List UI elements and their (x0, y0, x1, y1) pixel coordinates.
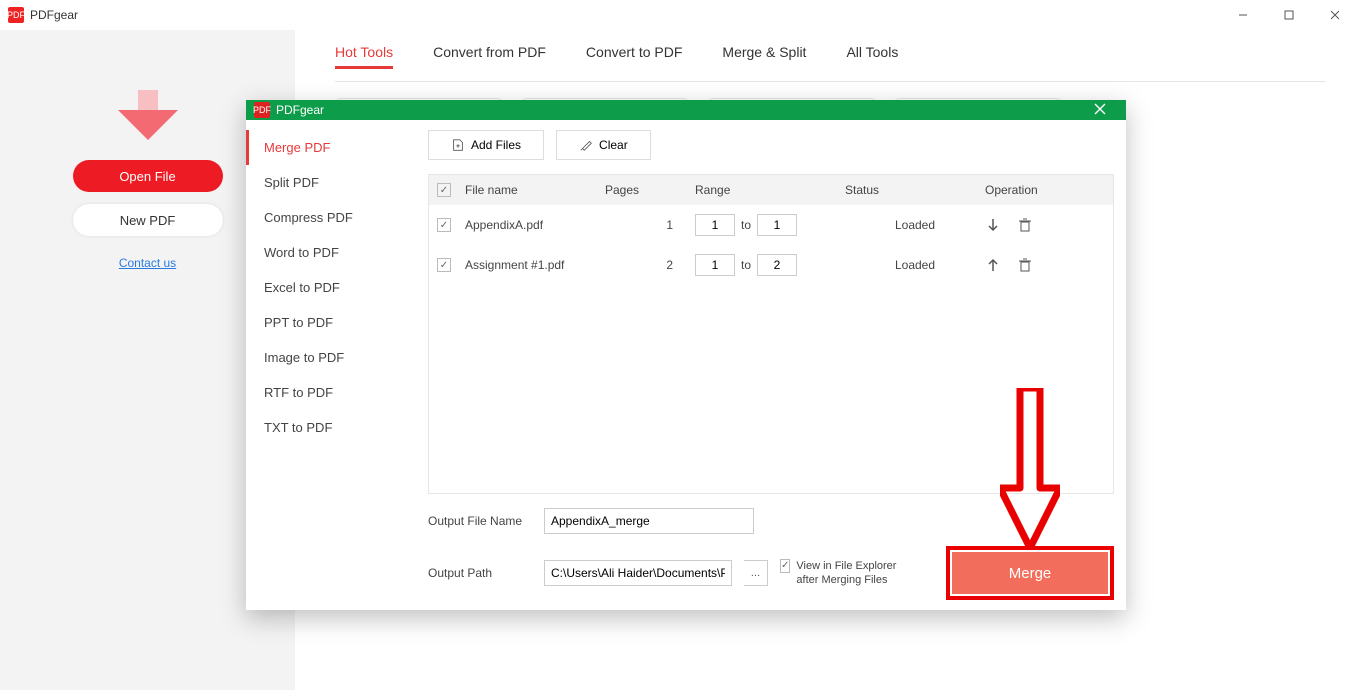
merge-button[interactable]: Merge (952, 552, 1108, 594)
close-button[interactable] (1312, 0, 1358, 30)
output-name-label: Output File Name (428, 514, 532, 528)
range-to-input[interactable] (757, 254, 797, 276)
browse-path-button[interactable]: … (744, 560, 768, 586)
tab-hot-tools[interactable]: Hot Tools (335, 44, 393, 69)
maximize-icon (1284, 10, 1294, 20)
clear-icon (579, 138, 593, 152)
dialog-logo-icon: PDF (254, 102, 270, 118)
main-titlebar: PDF PDFgear (0, 0, 1366, 30)
output-path-input[interactable] (544, 560, 732, 586)
range-from-input[interactable] (695, 214, 735, 236)
dialog-titlebar: PDF PDFgear (246, 100, 1126, 120)
sidebar-item-image[interactable]: Image to PDF (246, 340, 416, 375)
table-row[interactable]: ✓ AppendixA.pdf 1 to Loaded (429, 205, 1113, 245)
sidebar-item-excel[interactable]: Excel to PDF (246, 270, 416, 305)
close-icon (1094, 103, 1106, 115)
app-title: PDFgear (30, 8, 78, 22)
output-name-input[interactable] (544, 508, 754, 534)
delete-icon[interactable] (1017, 257, 1033, 273)
range-from-input[interactable] (695, 254, 735, 276)
row-checkbox[interactable]: ✓ (437, 218, 451, 232)
view-after-merge-option[interactable]: ✓ View in File Explorer after Merging Fi… (780, 559, 920, 587)
move-up-icon[interactable] (985, 257, 1001, 273)
minimize-icon (1238, 10, 1248, 20)
select-all-checkbox[interactable]: ✓ (437, 183, 451, 197)
dialog-sidebar: Merge PDF Split PDF Compress PDF Word to… (246, 120, 416, 610)
sidebar-item-split[interactable]: Split PDF (246, 165, 416, 200)
move-down-icon[interactable] (985, 217, 1001, 233)
add-files-button[interactable]: Add Files (428, 130, 544, 160)
clear-label: Clear (599, 138, 628, 152)
range-to-label: to (741, 258, 751, 272)
table-header: ✓ File name Pages Range Status Operation (429, 175, 1113, 205)
sidebar-item-txt[interactable]: TXT to PDF (246, 410, 416, 445)
tabs: Hot Tools Convert from PDF Convert to PD… (335, 44, 1326, 82)
tab-merge-split[interactable]: Merge & Split (722, 44, 806, 69)
maximize-button[interactable] (1266, 0, 1312, 30)
col-filename: File name (465, 183, 605, 197)
open-file-button[interactable]: Open File (73, 160, 223, 192)
output-path-label: Output Path (428, 566, 532, 580)
delete-icon[interactable] (1017, 217, 1033, 233)
sidebar-item-ppt[interactable]: PPT to PDF (246, 305, 416, 340)
tab-convert-from[interactable]: Convert from PDF (433, 44, 546, 69)
sidebar-item-compress[interactable]: Compress PDF (246, 200, 416, 235)
tab-convert-to[interactable]: Convert to PDF (586, 44, 682, 69)
merge-highlight: Merge (946, 546, 1114, 600)
sidebar-item-rtf[interactable]: RTF to PDF (246, 375, 416, 410)
dialog-main: Add Files Clear ✓ File name Pages Range … (416, 120, 1126, 610)
operation-cell (985, 217, 1105, 233)
table-row[interactable]: ✓ Assignment #1.pdf 2 to Loaded (429, 245, 1113, 285)
dialog-footer: Output File Name Output Path … ✓ View in… (428, 508, 1114, 600)
dropzone-icon (118, 90, 178, 150)
merge-dialog: PDF PDFgear Merge PDF Split PDF Compress… (246, 100, 1126, 610)
file-name-cell: AppendixA.pdf (465, 218, 605, 232)
app-logo-icon: PDF (8, 7, 24, 23)
pages-cell: 1 (605, 218, 695, 232)
clear-button[interactable]: Clear (556, 130, 651, 160)
dialog-title: PDFgear (276, 103, 324, 117)
row-checkbox[interactable]: ✓ (437, 258, 451, 272)
close-icon (1330, 10, 1340, 20)
add-files-label: Add Files (471, 138, 521, 152)
range-cell: to (695, 254, 845, 276)
sidebar-item-merge[interactable]: Merge PDF (246, 130, 416, 165)
tab-all-tools[interactable]: All Tools (846, 44, 898, 69)
view-label: View in File Explorer after Merging File… (796, 559, 920, 587)
status-cell: Loaded (845, 218, 985, 232)
range-to-label: to (741, 218, 751, 232)
pages-cell: 2 (605, 258, 695, 272)
range-cell: to (695, 214, 845, 236)
dialog-close-button[interactable] (1082, 103, 1118, 118)
view-checkbox[interactable]: ✓ (780, 559, 790, 573)
col-pages: Pages (605, 183, 695, 197)
minimize-button[interactable] (1220, 0, 1266, 30)
status-cell: Loaded (845, 258, 985, 272)
sidebar-item-word[interactable]: Word to PDF (246, 235, 416, 270)
col-range: Range (695, 183, 845, 197)
operation-cell (985, 257, 1105, 273)
col-status: Status (845, 183, 985, 197)
file-name-cell: Assignment #1.pdf (465, 258, 605, 272)
new-pdf-button[interactable]: New PDF (73, 204, 223, 236)
col-operation: Operation (985, 183, 1105, 197)
range-to-input[interactable] (757, 214, 797, 236)
dialog-toolbar: Add Files Clear (428, 130, 1114, 160)
file-table: ✓ File name Pages Range Status Operation… (428, 174, 1114, 494)
add-file-icon (451, 138, 465, 152)
contact-link[interactable]: Contact us (119, 256, 176, 270)
